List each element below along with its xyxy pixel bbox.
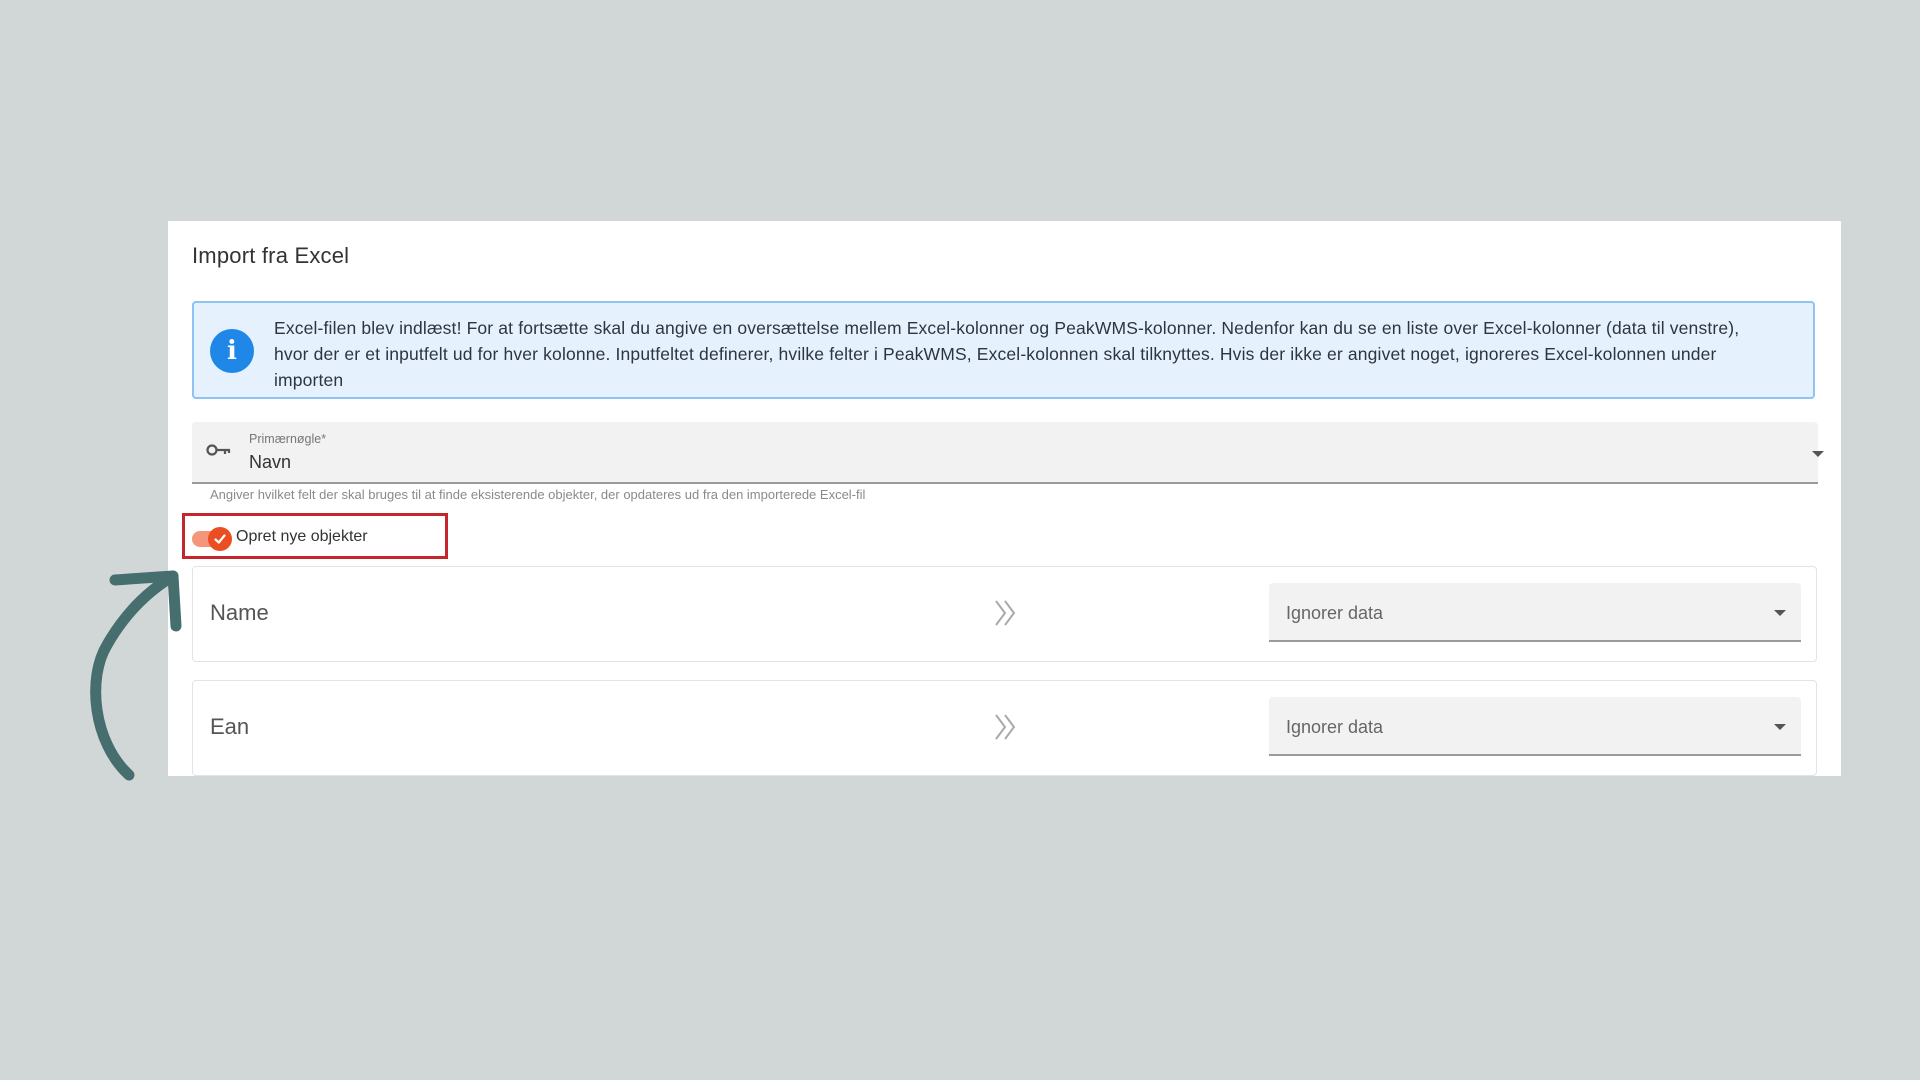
target-field-select[interactable]: Ignorer data [1269, 583, 1801, 642]
target-field-select[interactable]: Ignorer data [1269, 697, 1801, 756]
excel-column-name: Ean [210, 714, 250, 739]
mapping-row: Ean Ignorer data [192, 680, 1817, 776]
chevron-down-icon [1812, 451, 1824, 457]
double-chevron-right-icon [995, 714, 1016, 740]
primary-key-helper-text: Angiver hvilket felt der skal bruges til… [210, 487, 866, 502]
excel-column-name: Name [210, 600, 269, 625]
double-chevron-right-icon [995, 600, 1016, 626]
curved-arrow-icon [90, 570, 182, 781]
key-icon [206, 444, 231, 456]
info-alert: i Excel-filen blev indlæst! For at forts… [192, 301, 1815, 399]
primary-key-select[interactable]: Primærnøgle* Navn [192, 422, 1824, 484]
target-field-value: Ignorer data [1286, 717, 1384, 737]
primary-key-value: Navn [249, 452, 292, 472]
info-icon: i [210, 329, 254, 373]
highlight-box [182, 513, 448, 559]
import-dialog: Import fra Excel i Excel-filen blev indl… [168, 221, 1841, 776]
info-text: Excel-filen blev indlæst! For at fortsæt… [274, 318, 1740, 390]
chevron-down-icon [1774, 610, 1786, 616]
primary-key-label: Primærnøgle* [249, 432, 327, 446]
mapping-row: Name Ignorer data [192, 566, 1817, 662]
target-field-value: Ignorer data [1286, 603, 1384, 623]
dialog-title: Import fra Excel [192, 243, 350, 268]
chevron-down-icon [1774, 724, 1786, 730]
